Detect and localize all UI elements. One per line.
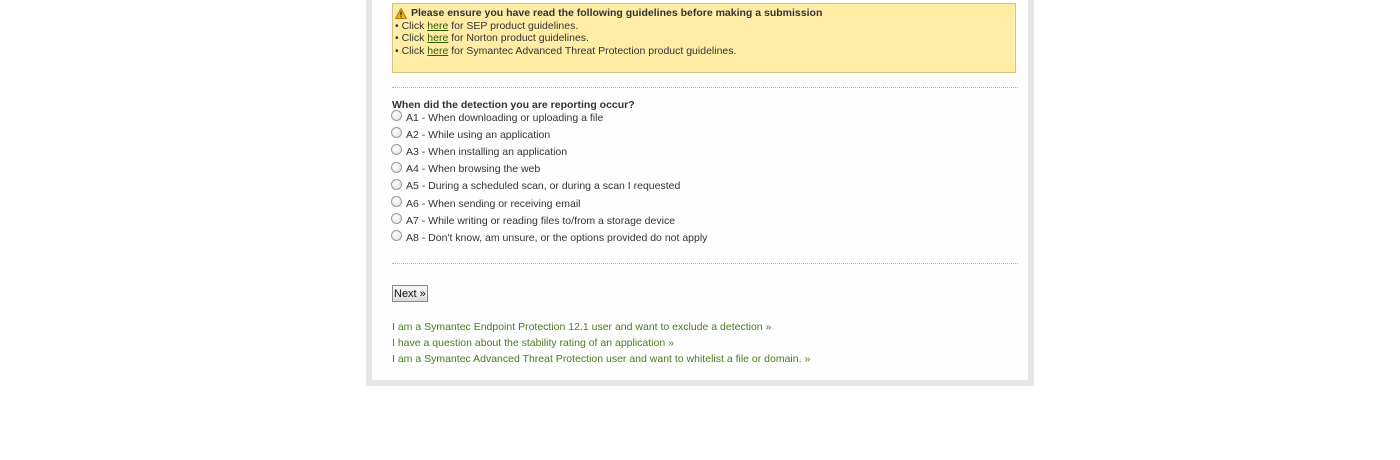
option-label: A6 - When sending or receiving email (406, 197, 581, 210)
radio-button[interactable] (391, 110, 402, 122)
option-label: A7 - While writing or reading files to/f… (406, 214, 676, 227)
radio-button[interactable] (391, 144, 402, 156)
notice-line-suffix: for Symantec Advanced Threat Protection … (448, 44, 737, 57)
atp-guidelines-link[interactable]: here (427, 45, 448, 57)
guidelines-notice: Please ensure you have read the followin… (392, 3, 1016, 73)
sep-exclude-detection-link[interactable]: I am a Symantec Endpoint Protection 12.1… (392, 319, 810, 335)
option-a1[interactable]: A1 - When downloading or uploading a fil… (391, 109, 707, 126)
option-label: A8 - Don't know, am unsure, or the optio… (406, 231, 708, 244)
option-label: A2 - While using an application (406, 128, 551, 141)
option-label: A4 - When browsing the web (406, 163, 541, 176)
atp-whitelist-link[interactable]: I am a Symantec Advanced Threat Protecti… (392, 351, 810, 367)
section-divider (392, 263, 1018, 264)
option-a2[interactable]: A2 - While using an application (391, 126, 707, 143)
notice-line-suffix: for SEP product guidelines. (448, 19, 579, 32)
notice-line-prefix: • Click (395, 19, 428, 32)
notice-line-atp: • Click here for Symantec Advanced Threa… (395, 45, 1012, 58)
radio-button[interactable] (391, 178, 402, 190)
notice-line-norton: • Click here for Norton product guidelin… (395, 32, 1012, 45)
notice-heading-row: Please ensure you have read the followin… (395, 7, 1012, 20)
sep-guidelines-link[interactable]: here (427, 20, 448, 32)
warning-icon (395, 7, 407, 19)
section-divider (392, 87, 1018, 88)
radio-button[interactable] (391, 127, 402, 139)
option-label: A3 - When installing an application (406, 145, 568, 158)
radio-button[interactable] (391, 161, 402, 173)
notice-line-sep: • Click here for SEP product guidelines. (395, 20, 1012, 33)
option-label: A5 - During a scheduled scan, or during … (406, 180, 681, 193)
notice-line-suffix: for Norton product guidelines. (448, 32, 589, 44)
related-links: I am a Symantec Endpoint Protection 12.1… (392, 319, 810, 367)
radio-button[interactable] (391, 213, 402, 225)
notice-line-prefix: • Click (395, 32, 428, 44)
radio-button[interactable] (391, 196, 402, 208)
option-a6[interactable]: A6 - When sending or receiving email (391, 195, 707, 212)
notice-line-prefix: • Click (395, 44, 428, 57)
option-label: A1 - When downloading or uploading a fil… (406, 111, 604, 124)
norton-guidelines-link[interactable]: here (427, 32, 448, 44)
stability-rating-link[interactable]: I have a question about the stability ra… (392, 335, 810, 351)
detection-options: A1 - When downloading or uploading a fil… (391, 109, 707, 247)
option-a5[interactable]: A5 - During a scheduled scan, or during … (391, 178, 707, 195)
next-button[interactable]: Next » (392, 285, 428, 302)
option-a7[interactable]: A7 - While writing or reading files to/f… (391, 212, 707, 229)
option-a8[interactable]: A8 - Don't know, am unsure, or the optio… (391, 229, 707, 246)
radio-button[interactable] (391, 230, 402, 242)
option-a3[interactable]: A3 - When installing an application (391, 143, 707, 160)
option-a4[interactable]: A4 - When browsing the web (391, 161, 707, 178)
notice-heading: Please ensure you have read the followin… (411, 7, 823, 19)
form-panel: Please ensure you have read the followin… (366, 0, 1034, 386)
